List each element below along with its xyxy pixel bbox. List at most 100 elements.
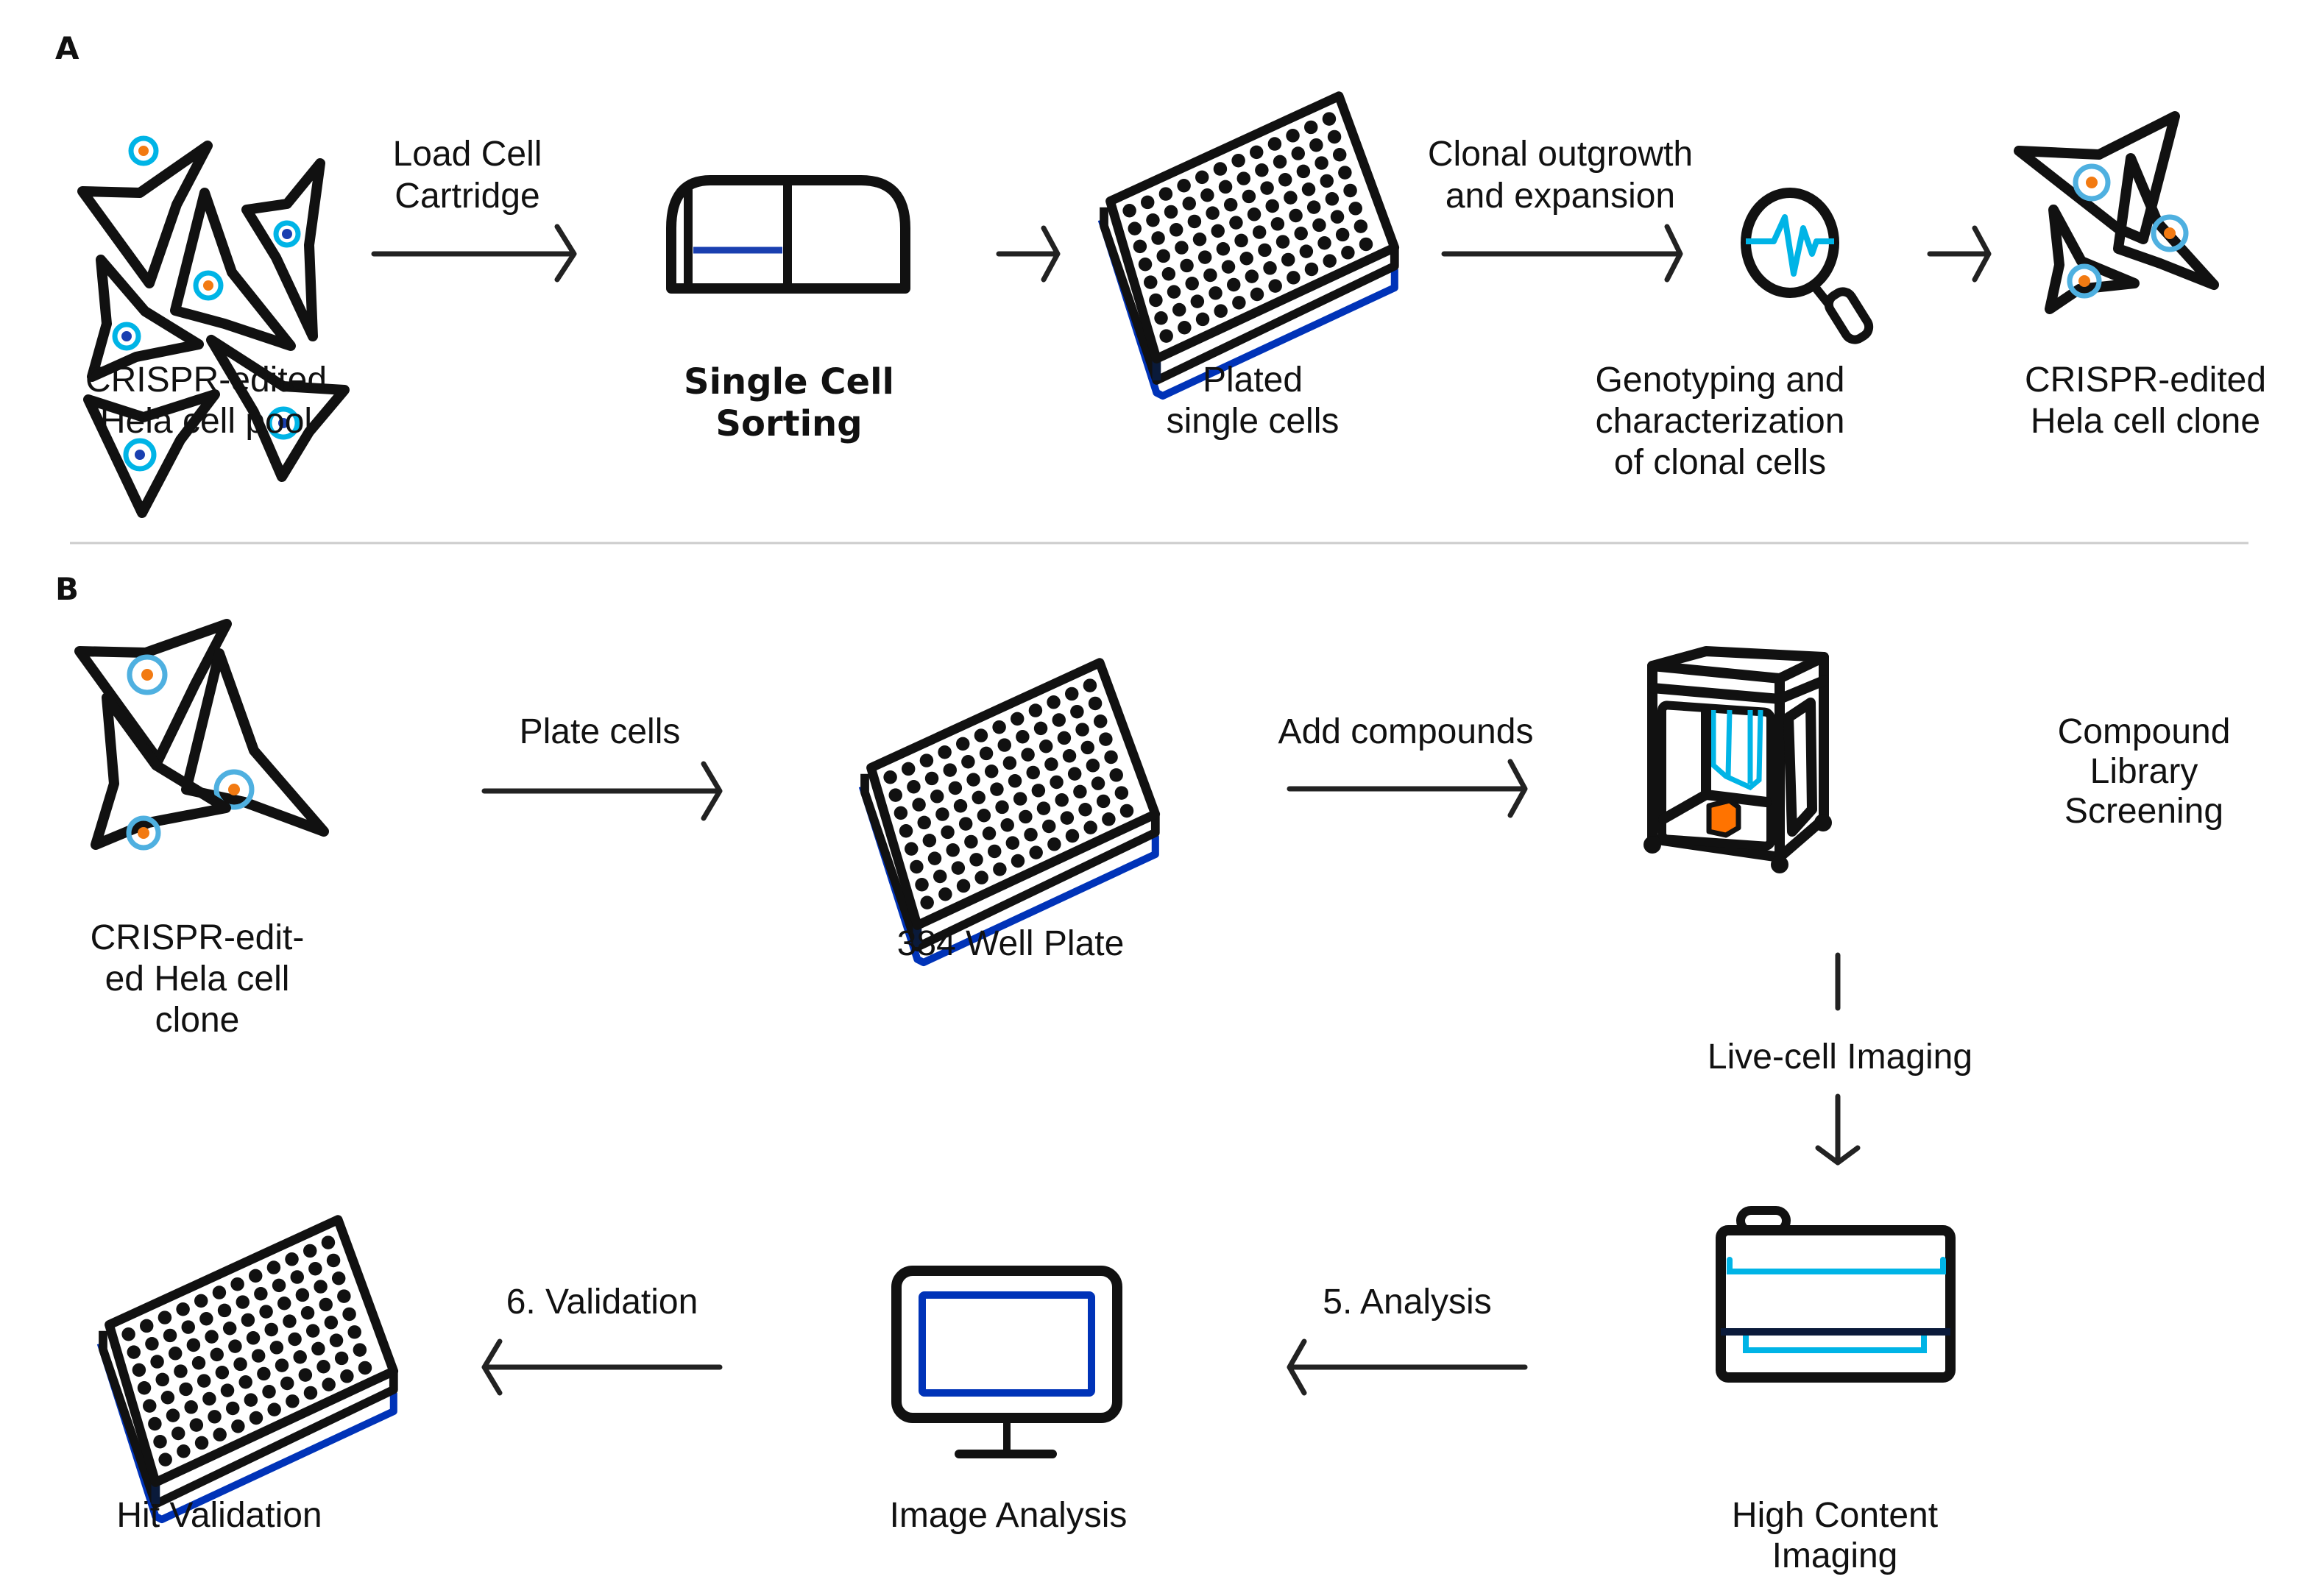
well [1099,732,1113,746]
arrow-validation [481,1338,723,1396]
well [194,1294,208,1308]
step-a4-label-line2: characterization [1596,402,1845,441]
well [1154,311,1168,325]
well [951,861,966,875]
step-b1-label-line3: clone [155,1001,240,1040]
well [930,790,944,804]
well [1083,678,1097,692]
step-a4-label-line1: Genotyping and [1596,361,1845,400]
well [1338,166,1352,180]
well [1140,195,1155,210]
well [1047,695,1061,709]
well [984,765,999,779]
well [155,1372,169,1387]
well [1312,218,1326,233]
well [1062,749,1077,763]
well [311,1341,325,1356]
well [1002,756,1017,770]
well [1169,223,1183,237]
well [143,1399,157,1413]
well [1091,776,1105,790]
well [1008,774,1022,788]
well [1021,748,1035,762]
well [1019,809,1033,824]
well [972,790,986,805]
well [1024,828,1038,842]
well [171,1426,185,1441]
well [1088,696,1103,711]
well [1178,321,1192,335]
well [992,720,1006,734]
well [987,844,1002,859]
well [1114,786,1129,800]
well [1050,775,1064,790]
well [176,1302,190,1316]
well [1314,156,1328,170]
arrow-b5-label: 6. Validation [506,1283,698,1322]
well [1234,233,1248,248]
well [1323,254,1337,268]
well [1236,171,1250,185]
well [334,1351,349,1366]
well [174,1364,188,1378]
well [205,1330,219,1344]
well [1320,174,1334,188]
well [1151,231,1165,245]
well [189,1418,204,1432]
well [1221,260,1236,274]
well [990,782,1004,796]
well [1231,153,1245,168]
well [1223,198,1238,212]
well [217,1303,232,1318]
well [1182,196,1196,210]
well [1128,221,1142,235]
well [241,1313,255,1327]
well [1075,723,1089,737]
well [1067,767,1082,781]
well [293,1350,307,1364]
step-b3-label-line2: Library [2090,752,2198,791]
well [1161,267,1176,281]
well [222,1322,237,1336]
well [1287,271,1301,285]
well [1033,721,1048,736]
imager-icon [1716,1206,1956,1383]
well [1093,714,1108,728]
well [145,1337,159,1351]
well [1294,227,1308,241]
well [248,1269,263,1283]
arrow-analysis [1287,1338,1528,1396]
well [1073,784,1087,799]
well [1255,163,1269,177]
well [199,1312,213,1326]
well [1044,757,1058,771]
well [1192,232,1207,247]
arrow-a3-label-line2: and expansion [1446,177,1675,216]
well [308,1261,322,1276]
well [956,879,971,893]
well [340,1369,354,1383]
well [127,1345,141,1359]
well [1242,189,1256,204]
well [1055,793,1069,807]
well [166,1408,180,1422]
well [303,1386,318,1400]
well [1335,227,1350,242]
well [233,1357,247,1372]
well [1016,729,1030,744]
well [150,1355,164,1369]
well [249,1411,263,1425]
well [148,1416,162,1431]
well [266,1260,281,1274]
well [1309,138,1323,152]
well [1031,784,1046,798]
well [1041,819,1056,834]
well [305,1324,320,1338]
well [208,1410,222,1424]
well [1267,137,1282,151]
step-b1-label-line2: ed Hela cell [105,960,290,999]
arrow-b3-label: Live-cell Imaging [1708,1038,1972,1077]
well [280,1376,294,1391]
well [1214,304,1228,318]
well [920,895,934,909]
